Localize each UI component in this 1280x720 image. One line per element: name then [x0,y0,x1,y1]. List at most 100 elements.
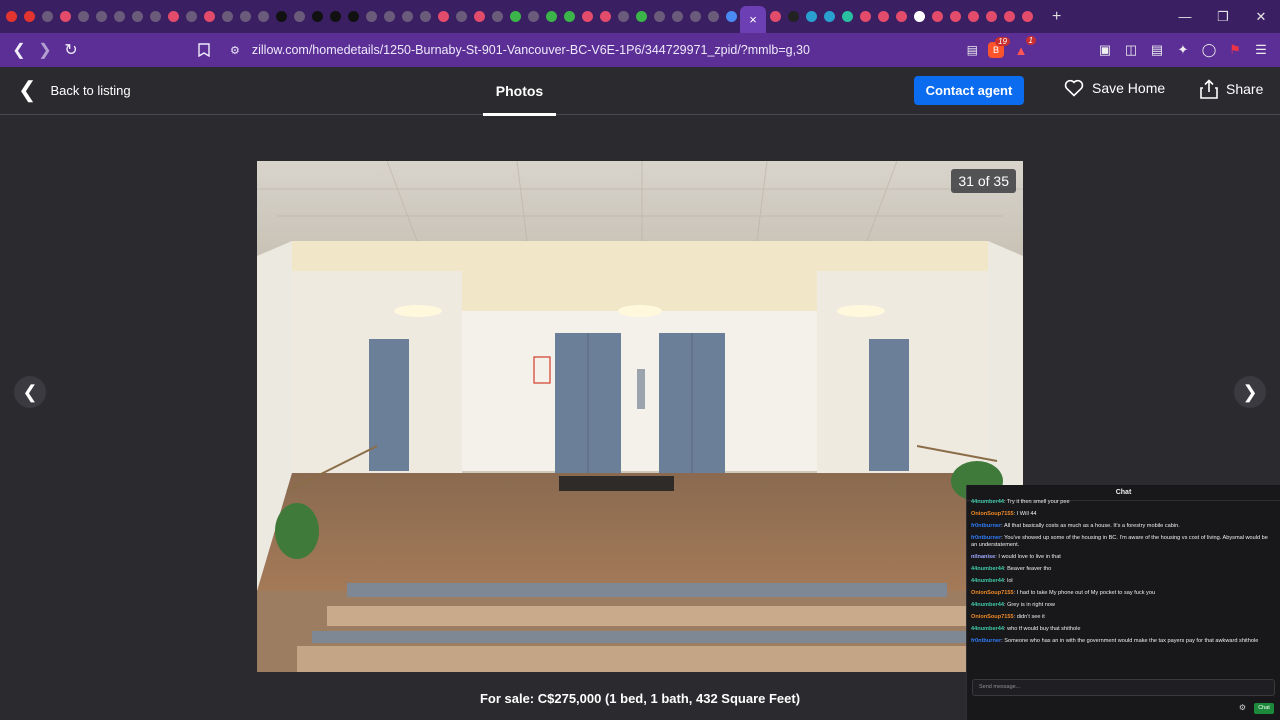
browser-tab[interactable] [398,0,416,33]
chat-settings-icon[interactable]: ⚙ [1239,703,1246,712]
bookmark-icon[interactable] [191,37,217,63]
browser-tab[interactable] [686,0,704,33]
reload-icon[interactable]: ↻ [58,37,84,63]
browser-tab[interactable] [272,0,290,33]
browser-tab[interactable] [802,0,820,33]
browser-tab[interactable] [56,0,74,33]
browser-tab[interactable] [784,0,802,33]
browser-tab[interactable] [164,0,182,33]
vpn-shield-icon[interactable]: ◯ [1200,41,1218,59]
browser-tab[interactable] [560,0,578,33]
new-tab-button[interactable]: + [1052,8,1061,26]
chat-message-input[interactable]: Send message... [972,679,1275,696]
browser-tab[interactable] [982,0,1000,33]
chat-username[interactable]: 44number44 [971,626,1004,632]
browser-tab[interactable] [838,0,856,33]
browser-tab[interactable] [470,0,488,33]
chat-username[interactable]: 44number44 [971,602,1004,608]
browser-tab[interactable] [236,0,254,33]
back-arrow-icon[interactable]: ❮ [6,37,32,63]
browser-tab[interactable] [452,0,470,33]
browser-tab[interactable] [668,0,686,33]
browser-tab[interactable] [488,0,506,33]
browser-tab[interactable] [614,0,632,33]
browser-tab[interactable] [722,0,740,33]
browser-tab[interactable] [182,0,200,33]
browser-tab[interactable] [578,0,596,33]
browser-tab[interactable] [416,0,434,33]
back-to-listing-link[interactable]: ❮ Back to listing [18,79,131,101]
browser-tab[interactable] [506,0,524,33]
browser-tab[interactable] [308,0,326,33]
save-home-button[interactable]: Save Home [1064,79,1165,97]
chat-username[interactable]: 44number44 [971,566,1004,572]
chat-username[interactable]: OnionSoup7155 [971,614,1014,620]
browser-tab[interactable] [946,0,964,33]
reader-mode-icon[interactable]: ▤ [967,43,978,57]
rewards-alert-icon[interactable]: ▲ 1 [1012,36,1036,59]
chat-send-button[interactable]: Chat [1254,703,1274,714]
browser-tab[interactable] [632,0,650,33]
address-bar[interactable]: ⚙ zillow.com/homedetails/1250-Burnaby-St… [222,36,1022,64]
chat-username[interactable]: OnionSoup7155 [971,511,1014,517]
minimize-icon[interactable]: — [1166,0,1204,33]
browser-tab[interactable] [20,0,38,33]
menu-icon[interactable]: ☰ [1252,41,1270,59]
browser-tab[interactable] [524,0,542,33]
browser-tab[interactable] [380,0,398,33]
chat-username[interactable]: fr0ntburner [971,523,1001,529]
browser-tab[interactable] [1018,0,1036,33]
previous-photo-button[interactable]: ❮ [14,376,46,408]
browser-tab[interactable] [200,0,218,33]
browser-tab[interactable] [964,0,982,33]
tab-photos[interactable]: Photos [483,67,556,116]
brave-shields-icon[interactable]: B 19 [988,37,1010,58]
browser-tab[interactable] [326,0,344,33]
flag-extension-icon[interactable]: ⚑ [1226,41,1244,59]
chat-username[interactable]: OnionSoup7155 [971,590,1014,596]
close-tab-icon[interactable]: × [749,12,757,27]
browser-tab[interactable] [218,0,236,33]
browser-tab[interactable] [910,0,928,33]
browser-tab[interactable] [344,0,362,33]
chat-username[interactable]: 44number44 [971,499,1004,505]
browser-tab[interactable] [1000,0,1018,33]
forward-arrow-icon[interactable]: ❯ [32,37,58,63]
browser-tab[interactable] [704,0,722,33]
wallet-icon[interactable]: ▤ [1148,41,1166,59]
browser-tab[interactable] [38,0,56,33]
leo-ai-icon[interactable]: ✦ [1174,41,1192,59]
browser-tab[interactable] [892,0,910,33]
browser-tab[interactable] [290,0,308,33]
chat-username[interactable]: nilnanise [971,554,995,560]
screenshot-icon[interactable]: ▣ [1096,41,1114,59]
browser-tab[interactable] [596,0,614,33]
site-settings-icon[interactable]: ⚙ [230,44,240,57]
sidebar-icon[interactable]: ◫ [1122,41,1140,59]
browser-tab[interactable] [128,0,146,33]
browser-tab[interactable] [766,0,784,33]
browser-tab[interactable] [92,0,110,33]
chat-username[interactable]: fr0ntburner [971,535,1001,541]
browser-tab[interactable] [542,0,560,33]
browser-tab[interactable] [362,0,380,33]
browser-tab[interactable] [110,0,128,33]
browser-tab[interactable] [820,0,838,33]
browser-tab[interactable] [74,0,92,33]
next-photo-button[interactable]: ❯ [1234,376,1266,408]
active-tab[interactable]: × [740,6,766,33]
browser-tab[interactable] [2,0,20,33]
browser-tab[interactable] [928,0,946,33]
chat-username[interactable]: fr0ntburner [971,638,1001,644]
chat-username[interactable]: 44number44 [971,578,1004,584]
browser-tab[interactable] [856,0,874,33]
browser-tab[interactable] [254,0,272,33]
browser-tab[interactable] [146,0,164,33]
share-button[interactable]: Share [1200,79,1263,99]
contact-agent-button[interactable]: Contact agent [914,76,1024,105]
restore-icon[interactable]: ❐ [1204,0,1242,33]
close-window-icon[interactable]: ✕ [1242,0,1280,33]
browser-tab[interactable] [650,0,668,33]
browser-tab[interactable] [874,0,892,33]
browser-tab[interactable] [434,0,452,33]
